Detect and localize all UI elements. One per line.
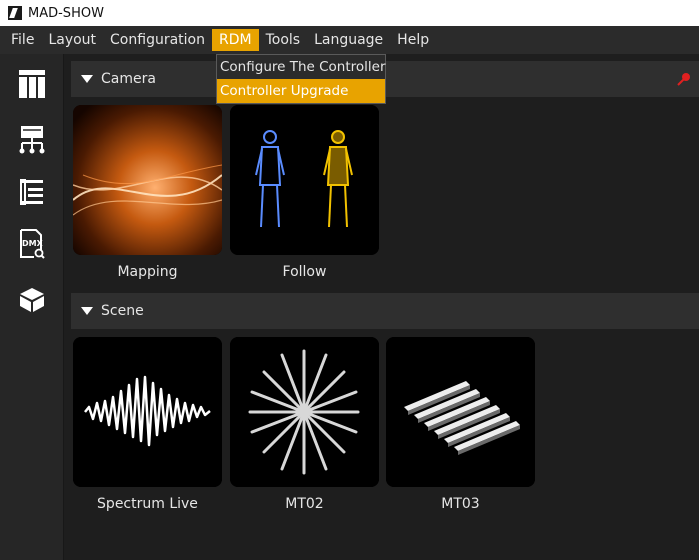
menu-configuration[interactable]: Configuration <box>103 29 212 51</box>
collapse-triangle-icon[interactable] <box>81 75 93 83</box>
menu-item-controller-upgrade[interactable]: Controller Upgrade <box>217 79 385 103</box>
menu-item-configure-controller[interactable]: Configure The Controller <box>217 55 386 79</box>
app-logo-icon <box>8 6 22 20</box>
mapping-thumbnail <box>73 105 222 255</box>
menu-bar: File Layout Configuration RDM Tools Lang… <box>0 26 699 54</box>
tile-label-mt02: MT02 <box>285 496 324 512</box>
sidebar-3d-button[interactable] <box>16 284 48 316</box>
menu-rdm[interactable]: RDM <box>211 29 259 51</box>
spectrum-thumbnail <box>73 337 222 487</box>
sidebar-layout-button[interactable] <box>16 68 48 100</box>
menu-tools[interactable]: Tools <box>259 29 308 51</box>
tile-label-follow: Follow <box>282 264 327 280</box>
tile-label-mapping: Mapping <box>117 264 178 280</box>
tile-follow[interactable] <box>230 105 379 255</box>
menu-layout[interactable]: Layout <box>41 29 103 51</box>
tile-mt02[interactable] <box>230 337 379 487</box>
collapse-triangle-icon[interactable] <box>81 307 93 315</box>
tile-label-spectrum-live: Spectrum Live <box>97 496 198 512</box>
mt03-thumbnail <box>386 337 535 487</box>
tile-mt03[interactable] <box>386 337 535 487</box>
network-icon <box>19 126 45 154</box>
follow-thumbnail <box>230 105 379 255</box>
section-title: Camera <box>101 71 156 87</box>
rdm-dropdown: Configure The Controller Controller Upgr… <box>216 54 386 104</box>
section-header-scene[interactable]: Scene <box>71 293 699 329</box>
sidebar-dmx-button[interactable]: DMX <box>16 228 48 260</box>
menu-help[interactable]: Help <box>390 29 436 51</box>
tile-spectrum-live[interactable] <box>73 337 222 487</box>
sidebar-list-button[interactable] <box>16 176 48 208</box>
menu-language[interactable]: Language <box>307 29 390 51</box>
layout-grid-icon <box>19 70 45 98</box>
pin-icon[interactable] <box>677 72 691 86</box>
section-title: Scene <box>101 303 144 319</box>
tile-label-mt03: MT03 <box>441 496 480 512</box>
main-panel: Camera Mapping Follow Scene Spectrum Liv… <box>64 54 699 560</box>
mt02-thumbnail <box>230 337 379 487</box>
window-title: MAD-SHOW <box>28 5 104 21</box>
title-bar: MAD-SHOW <box>0 0 699 26</box>
cube-icon <box>20 288 44 312</box>
menu-file[interactable]: File <box>4 29 41 51</box>
list-icon <box>20 179 43 205</box>
sidebar: DMX <box>0 54 64 560</box>
sidebar-network-button[interactable] <box>16 124 48 156</box>
dmx-file-icon: DMX <box>20 229 45 259</box>
dmx-icon-text: DMX <box>22 239 44 248</box>
tile-mapping[interactable] <box>73 105 222 255</box>
